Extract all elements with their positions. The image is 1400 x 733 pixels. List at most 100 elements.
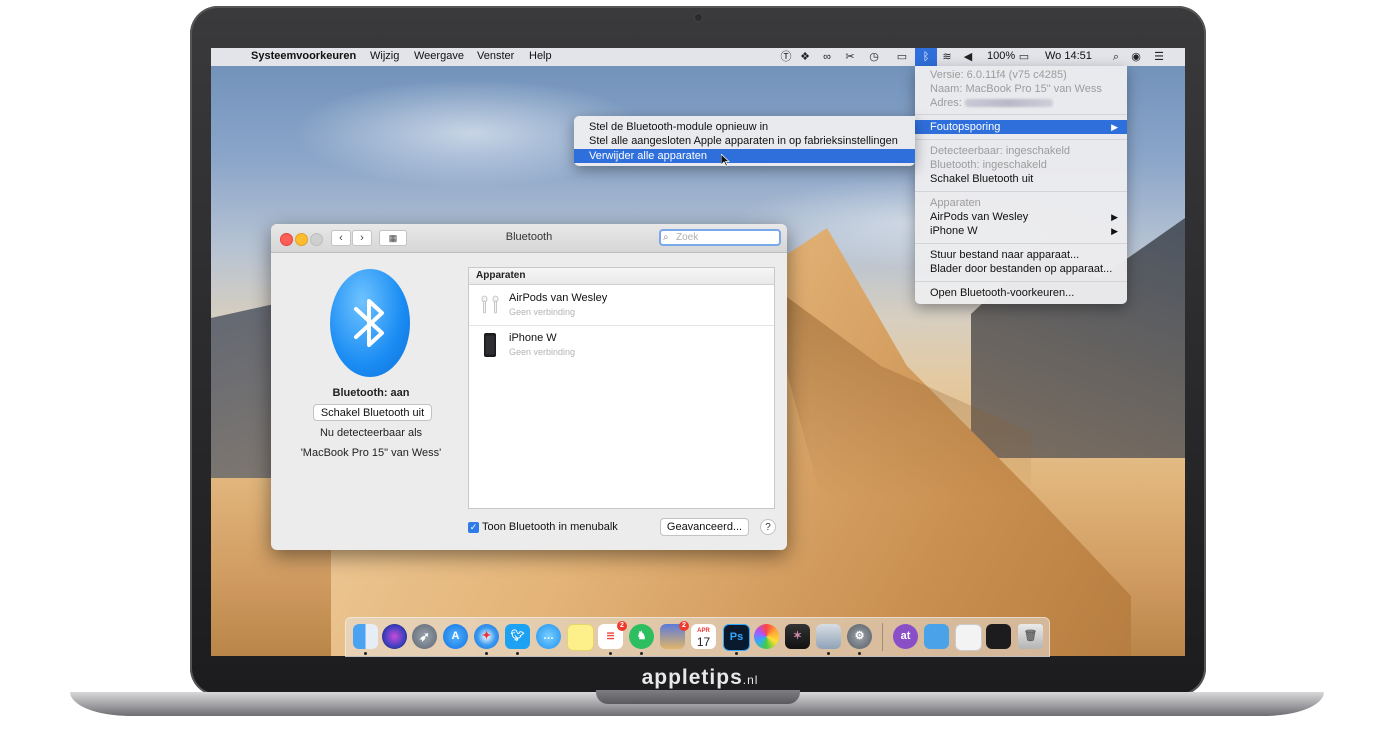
- siri-icon[interactable]: ◉: [1128, 49, 1144, 65]
- creative-cloud-icon[interactable]: ∞: [819, 49, 835, 65]
- cursor-icon: [721, 154, 730, 167]
- notes-icon[interactable]: [567, 624, 594, 651]
- preview-icon[interactable]: [816, 624, 841, 649]
- dropbox-icon[interactable]: ❖: [797, 49, 813, 65]
- photo-app-icon[interactable]: 2: [660, 621, 689, 649]
- bt-address: Adres:: [915, 96, 1127, 110]
- iphone-icon: [484, 333, 496, 357]
- twitter-icon[interactable]: 🐦︎: [505, 624, 530, 649]
- running-indicator: [516, 652, 519, 655]
- siri-icon[interactable]: [382, 624, 407, 649]
- time-machine-icon[interactable]: ◷: [866, 49, 882, 65]
- reminders-badge: 2: [617, 621, 627, 631]
- show-in-menubar-label[interactable]: Toon Bluetooth in menubalk: [482, 521, 618, 533]
- search-icon: ⌕: [663, 232, 669, 243]
- reminders-icon[interactable]: ☰ 2: [598, 621, 627, 649]
- separator: [915, 139, 1127, 140]
- bluetooth-status-menu: Versie: 6.0.11f4 (v75 c4285) Naam: MacBo…: [915, 66, 1127, 304]
- title-bar: ‹ › ▦ Bluetooth Zoek ⌕: [271, 224, 787, 253]
- laptop-notch: [596, 690, 800, 704]
- bluetooth-status-text: Bluetooth: aan: [332, 387, 410, 399]
- menu-app-name[interactable]: Systeemvoorkeuren: [251, 50, 356, 62]
- foutopsporing-label: Foutopsporing: [930, 121, 1001, 133]
- battery-percentage[interactable]: 100%: [987, 50, 1015, 62]
- menu-item-airpods[interactable]: AirPods van Wesley ▶: [915, 210, 1127, 224]
- bluetooth-icon[interactable]: ᛒ: [915, 48, 937, 66]
- spotlight-icon[interactable]: ⌕: [1108, 49, 1124, 65]
- dock-separator: [882, 623, 883, 651]
- separator: [915, 243, 1127, 244]
- running-indicator: [827, 652, 830, 655]
- bluetooth-preferences-window: ‹ › ▦ Bluetooth Zoek ⌕ Bluetooth: aan Sc…: [271, 224, 787, 550]
- bt-version: Versie: 6.0.11f4 (v75 c4285): [930, 69, 1067, 81]
- menu-venster[interactable]: Venster: [477, 50, 514, 62]
- menu-item-turn-off[interactable]: Schakel Bluetooth uit: [915, 172, 1127, 186]
- airpods-icon: [481, 295, 499, 314]
- menu-clock[interactable]: Wo 14:51: [1045, 50, 1092, 62]
- battery-icon[interactable]: ▭: [1014, 49, 1034, 65]
- menu-item-foutopsporing[interactable]: Foutopsporing ▶: [915, 120, 1127, 134]
- separator: [915, 281, 1127, 282]
- separator: [915, 191, 1127, 192]
- bluetooth-logo-icon: [330, 269, 410, 377]
- running-indicator: [609, 652, 612, 655]
- running-indicator: [858, 652, 861, 655]
- trash-icon[interactable]: 🗑︎: [1018, 624, 1043, 649]
- menu-item-send-file[interactable]: Stuur bestand naar apparaat...: [915, 248, 1127, 262]
- wifi-icon[interactable]: ≋: [939, 49, 955, 65]
- checkmark-icon: ✓: [469, 522, 478, 532]
- folder-icon[interactable]: [924, 624, 949, 649]
- photos-icon[interactable]: [754, 624, 779, 649]
- menu-item-iphone[interactable]: iPhone W ▶: [915, 224, 1127, 238]
- app-store-icon[interactable]: A: [443, 624, 468, 649]
- menu-bar: Systeemvoorkeuren Wijzig Weergave Venste…: [211, 48, 1185, 66]
- airplay-icon[interactable]: ▭: [894, 49, 910, 65]
- notification-center-icon[interactable]: ☰: [1151, 49, 1167, 65]
- list-item[interactable]: iPhone W Geen verbinding: [469, 326, 774, 365]
- menu-item-reset-module[interactable]: Stel de Bluetooth-module opnieuw in: [574, 120, 915, 134]
- discoverable-name: 'MacBook Pro 15" van Wess': [300, 447, 442, 459]
- launchpad-icon[interactable]: ➶: [412, 624, 437, 649]
- tilde-icon[interactable]: Ⓣ: [778, 49, 794, 65]
- final-cut-icon[interactable]: ✶: [785, 624, 810, 649]
- help-button[interactable]: ?: [760, 519, 776, 535]
- submenu-arrow-icon: ▶: [1111, 226, 1118, 236]
- bt-address-label: Adres:: [930, 97, 962, 109]
- iphone-label: iPhone W: [930, 225, 978, 237]
- search-input[interactable]: Zoek: [659, 229, 781, 246]
- document-icon[interactable]: [955, 624, 982, 651]
- bt-name: Naam: MacBook Pro 15" van Wess: [930, 83, 1102, 95]
- bluetooth-rune-icon: [354, 299, 384, 347]
- device-status: Geen verbinding: [509, 347, 576, 357]
- device-list: Apparaten AirPods van Wesley Geen verbin…: [468, 267, 775, 509]
- turn-off-bluetooth-button[interactable]: Schakel Bluetooth uit: [313, 404, 432, 421]
- menu-help[interactable]: Help: [529, 50, 552, 62]
- screenshot-icon[interactable]: [986, 624, 1011, 649]
- photoshop-icon[interactable]: Ps: [723, 624, 750, 651]
- airpods-label: AirPods van Wesley: [930, 211, 1029, 223]
- menu-item-open-prefs[interactable]: Open Bluetooth-voorkeuren...: [915, 286, 1127, 300]
- show-in-menubar-checkbox[interactable]: ✓: [468, 522, 479, 533]
- menu-item-factory-reset[interactable]: Stel alle aangesloten Apple apparaten in…: [574, 134, 915, 148]
- advanced-button[interactable]: Geavanceerd...: [660, 518, 749, 536]
- menu-item-remove-all[interactable]: Verwijder alle apparaten: [574, 149, 915, 163]
- brand-name: appletips: [641, 666, 743, 689]
- menu-item-browse-files[interactable]: Blader door bestanden op apparaat...: [915, 262, 1127, 276]
- menu-wijzig[interactable]: Wijzig: [370, 50, 399, 62]
- list-item[interactable]: AirPods van Wesley Geen verbinding: [469, 286, 774, 326]
- device-list-header: Apparaten: [469, 268, 774, 285]
- finder-icon[interactable]: [353, 624, 378, 649]
- scissors-icon[interactable]: ✂: [842, 49, 858, 65]
- evernote-icon[interactable]: ♞: [629, 624, 654, 649]
- appletips-icon[interactable]: at: [893, 624, 918, 649]
- safari-icon[interactable]: ✦: [474, 624, 499, 649]
- system-preferences-icon[interactable]: ⚙: [847, 624, 872, 649]
- running-indicator: [640, 652, 643, 655]
- menu-weergave[interactable]: Weergave: [414, 50, 464, 62]
- submenu-arrow-icon: ▶: [1111, 122, 1118, 132]
- volume-icon[interactable]: ◀: [960, 49, 976, 65]
- calendar-icon[interactable]: APR 17: [691, 624, 716, 649]
- photo-badge: 2: [679, 621, 689, 631]
- messages-icon[interactable]: …: [536, 624, 561, 649]
- bt-discoverable: Detecteerbaar: ingeschakeld: [930, 145, 1071, 157]
